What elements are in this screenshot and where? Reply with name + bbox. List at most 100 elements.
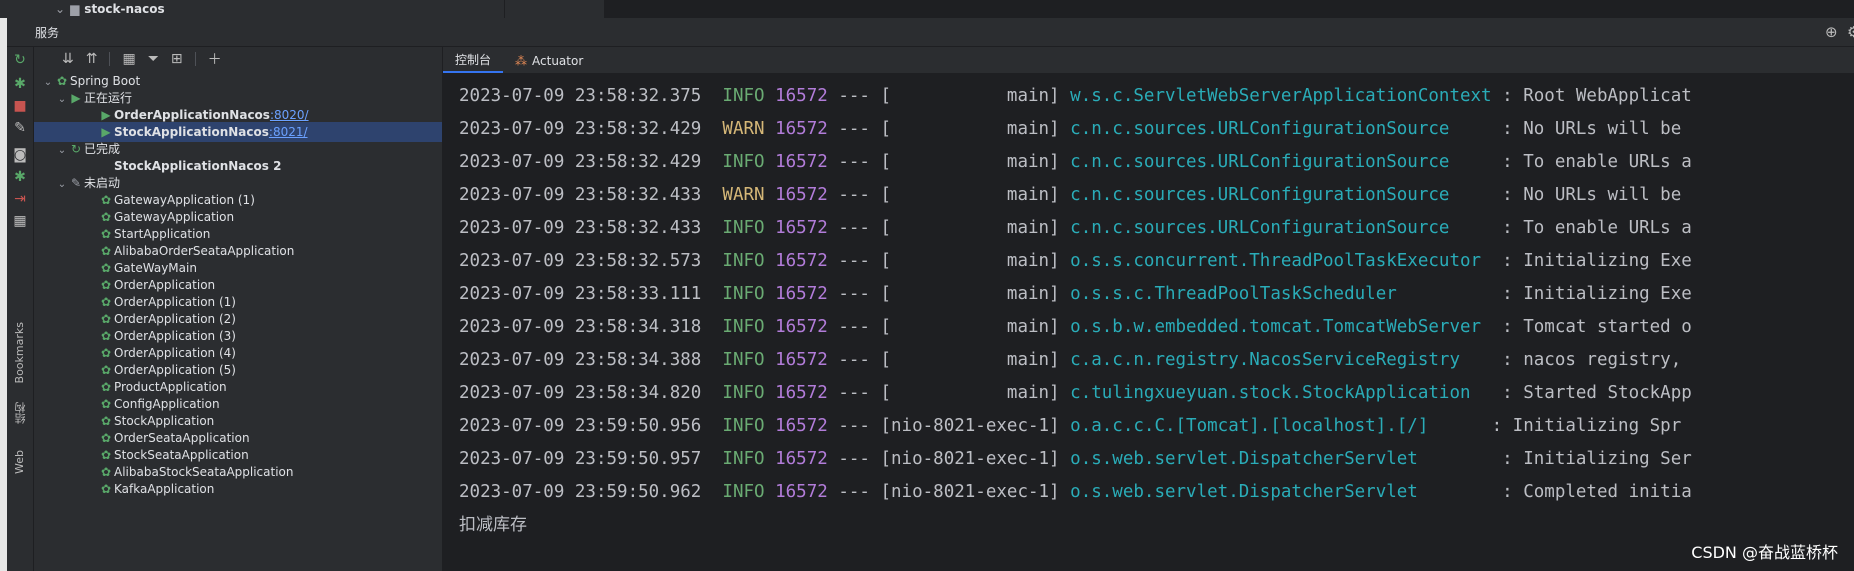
- tree-item-label: AlibabaStockSeataApplication: [114, 465, 294, 479]
- log-message: : To enable URLs a: [1502, 152, 1692, 172]
- structure-tab[interactable]: 结构: [13, 402, 29, 424]
- tree-item-label: KafkaApplication: [114, 482, 215, 496]
- log-pid: 16572: [775, 218, 828, 238]
- tree-item-label: GateWayMain: [114, 261, 197, 275]
- tab-console[interactable]: 控制台: [443, 48, 504, 73]
- log-thread: --- [ main]: [838, 185, 1060, 205]
- log-logger: c.a.c.n.registry.NacosServiceRegistry: [1070, 350, 1492, 370]
- tree-item-label: StockApplication: [114, 414, 215, 428]
- new-tab-icon[interactable]: ⊞: [171, 51, 183, 67]
- exit-icon[interactable]: ⇥: [11, 190, 29, 208]
- log-message: : nacos registry,: [1502, 350, 1682, 370]
- log-pid: 16572: [775, 185, 828, 205]
- services-title: 服务: [35, 26, 60, 40]
- folder-icon: ▆: [70, 2, 80, 16]
- tab-actuator[interactable]: ⁂ Actuator: [503, 48, 595, 73]
- log-pid: 16572: [775, 416, 828, 436]
- log-thread: --- [ main]: [838, 119, 1060, 139]
- log-level: INFO: [722, 416, 765, 436]
- tree-item-label: GatewayApplication: [114, 210, 235, 224]
- collapse-all-icon[interactable]: ⇈: [86, 51, 98, 67]
- tree-item-label: 正在运行: [84, 91, 133, 105]
- layout-icon[interactable]: ▦: [11, 212, 29, 230]
- log-thread: --- [ main]: [838, 86, 1060, 106]
- wrench-icon[interactable]: ✎: [11, 119, 29, 137]
- divider: [504, 0, 505, 18]
- tree-item-label: OrderSeataApplication: [114, 431, 250, 445]
- tree-item-label: OrderApplication (5): [114, 363, 236, 377]
- add-service-icon[interactable]: ＋: [208, 49, 222, 69]
- tree-item-label: 未启动: [84, 176, 121, 190]
- log-pid: 16572: [775, 152, 828, 172]
- log-logger: c.n.c.sources.URLConfigurationSource: [1070, 185, 1492, 205]
- actuator-icon: ⁂: [515, 53, 528, 68]
- log-logger: c.tulingxueyuan.stock.StockApplication: [1070, 383, 1492, 403]
- rerun-icon[interactable]: ↻: [11, 51, 29, 69]
- log-logger: o.s.s.concurrent.ThreadPoolTaskExecutor: [1070, 251, 1492, 271]
- log-level: INFO: [722, 449, 765, 469]
- editor-strip: [604, 0, 1854, 18]
- log-logger: w.s.c.ServletWebServerApplicationContext: [1070, 86, 1492, 106]
- log-thread: --- [ main]: [838, 284, 1060, 304]
- camera-icon[interactable]: ◙: [11, 146, 29, 164]
- group-icon[interactable]: ▦: [122, 51, 135, 67]
- log-message: : No URLs will be: [1502, 185, 1682, 205]
- tree-item-label: ProductApplication: [114, 380, 227, 394]
- port-link[interactable]: :8021/: [269, 125, 308, 139]
- log-timestamp: 2023-07-09 23:59:50.957: [459, 449, 702, 469]
- log-level: WARN: [722, 119, 765, 139]
- log-level: INFO: [722, 284, 765, 304]
- log-pid: 16572: [775, 383, 828, 403]
- log-thread: --- [nio-8021-exec-1]: [838, 416, 1060, 436]
- tree-item-label: 已完成: [84, 142, 121, 156]
- web-tab[interactable]: Web: [13, 450, 26, 474]
- log-line: 2023-07-09 23:59:50.962 INFO 16572 --- […: [459, 476, 1854, 509]
- log-level: INFO: [722, 350, 765, 370]
- log-pid: 16572: [775, 86, 828, 106]
- log-timestamp: 2023-07-09 23:58:34.388: [459, 350, 702, 370]
- bug-icon[interactable]: ✱: [11, 168, 29, 186]
- gear-icon[interactable]: ⚙: [1847, 23, 1854, 41]
- crosshair-icon[interactable]: ⊕: [1825, 23, 1838, 41]
- log-timestamp: 2023-07-09 23:58:32.573: [459, 251, 702, 271]
- log-thread: --- [ main]: [838, 317, 1060, 337]
- tree-item[interactable]: ✿ KafkaApplication: [34, 479, 442, 499]
- log-thread: --- [ main]: [838, 350, 1060, 370]
- stop-icon[interactable]: ■: [11, 97, 29, 115]
- console-tabs: 控制台 ⁂ Actuator: [443, 47, 1854, 74]
- log-message: : Completed initia: [1502, 482, 1692, 502]
- log-pid: 16572: [775, 317, 828, 337]
- separator: [194, 52, 196, 66]
- log-level: INFO: [722, 482, 765, 502]
- log-timestamp: 2023-07-09 23:59:50.956: [459, 416, 702, 436]
- project-node[interactable]: ⌄ ▆ stock-nacos: [55, 2, 165, 16]
- bookmarks-tab[interactable]: Bookmarks: [13, 322, 26, 383]
- debug-icon[interactable]: ✱: [11, 75, 29, 93]
- watermark: CSDN @奋战蓝桥杯: [1691, 543, 1838, 562]
- log-logger: o.s.web.servlet.DispatcherServlet: [1070, 482, 1492, 502]
- stdout-line: 扣减库存: [459, 515, 527, 535]
- log-message: : No URLs will be: [1502, 119, 1682, 139]
- tab-actuator-label: Actuator: [532, 53, 584, 68]
- tree-item-label: ConfigApplication: [114, 397, 220, 411]
- log-message: : Initializing Exe: [1502, 284, 1692, 304]
- log-timestamp: 2023-07-09 23:58:32.433: [459, 185, 702, 205]
- log-message: : Tomcat started o: [1502, 317, 1692, 337]
- filter-icon[interactable]: ⏷: [148, 51, 159, 67]
- log-line: 2023-07-09 23:58:32.429 WARN 16572 --- […: [459, 113, 1854, 146]
- expand-all-icon[interactable]: ⇊: [62, 51, 74, 67]
- log-pid: 16572: [775, 482, 828, 502]
- project-name: stock-nacos: [84, 2, 165, 16]
- log-logger: o.s.web.servlet.DispatcherServlet: [1070, 449, 1492, 469]
- port-link[interactable]: :8020/: [270, 108, 309, 122]
- tree-item-label: StockApplicationNacos 2: [114, 159, 282, 173]
- tree-item-label: StockApplicationNacos: [114, 125, 269, 139]
- tree-item-label: StockSeataApplication: [114, 448, 249, 462]
- services-header: 服务 ⊕ ⚙: [7, 18, 1854, 47]
- tree-item-label: OrderApplicationNacos: [114, 108, 270, 122]
- log-pid: 16572: [775, 284, 828, 304]
- log-level: INFO: [722, 218, 765, 238]
- log-line: 2023-07-09 23:58:34.388 INFO 16572 --- […: [459, 344, 1854, 377]
- window-edge: [0, 0, 7, 571]
- console-output[interactable]: 2023-07-09 23:58:32.375 INFO 16572 --- […: [443, 74, 1854, 542]
